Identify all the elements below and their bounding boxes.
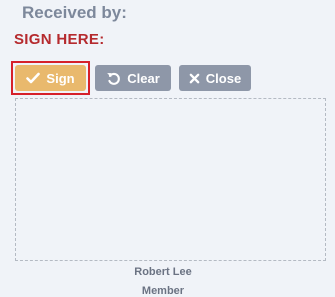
sign-button[interactable]: Sign: [15, 65, 86, 91]
close-button-label: Close: [205, 70, 242, 86]
sign-here-label: SIGN HERE:: [14, 31, 105, 48]
undo-icon: [106, 71, 121, 86]
clear-button-label: Clear: [127, 70, 160, 86]
received-by-label: Received by:: [22, 3, 127, 22]
signer-role: Member: [141, 285, 185, 297]
close-button[interactable]: Close: [179, 65, 251, 91]
sign-button-label: Sign: [46, 70, 75, 86]
signer-name: Robert Lee: [134, 266, 192, 278]
check-icon: [26, 72, 41, 84]
signature-pad[interactable]: [15, 98, 326, 261]
close-icon: [189, 73, 200, 84]
signature-panel: Received by: SIGN HERE: Sign Clear Close…: [0, 0, 335, 297]
clear-button[interactable]: Clear: [95, 65, 171, 91]
